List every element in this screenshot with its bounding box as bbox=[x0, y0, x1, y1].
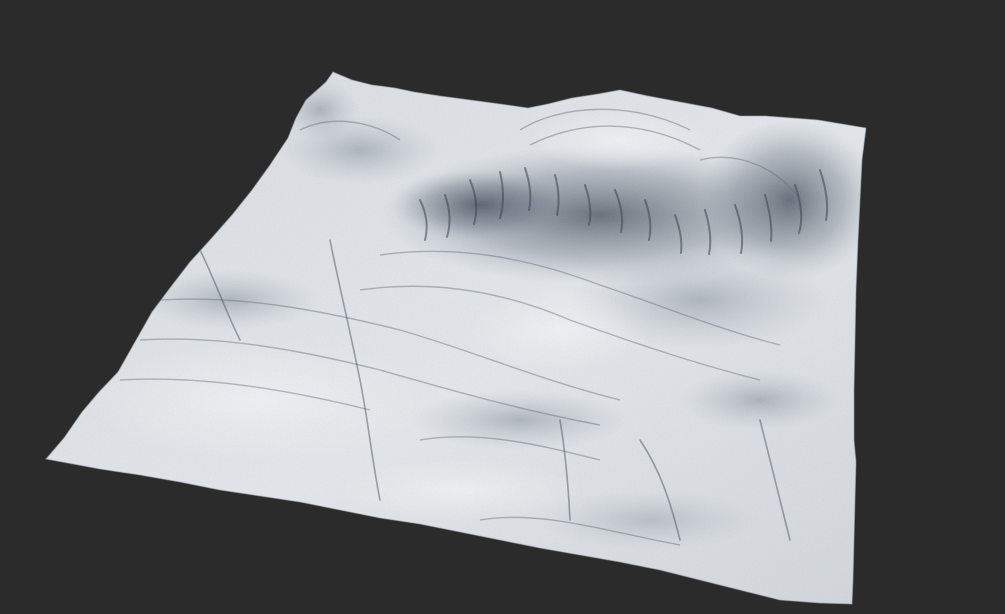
3d-viewport[interactable] bbox=[0, 0, 1005, 614]
terrain-render bbox=[45, 71, 867, 605]
